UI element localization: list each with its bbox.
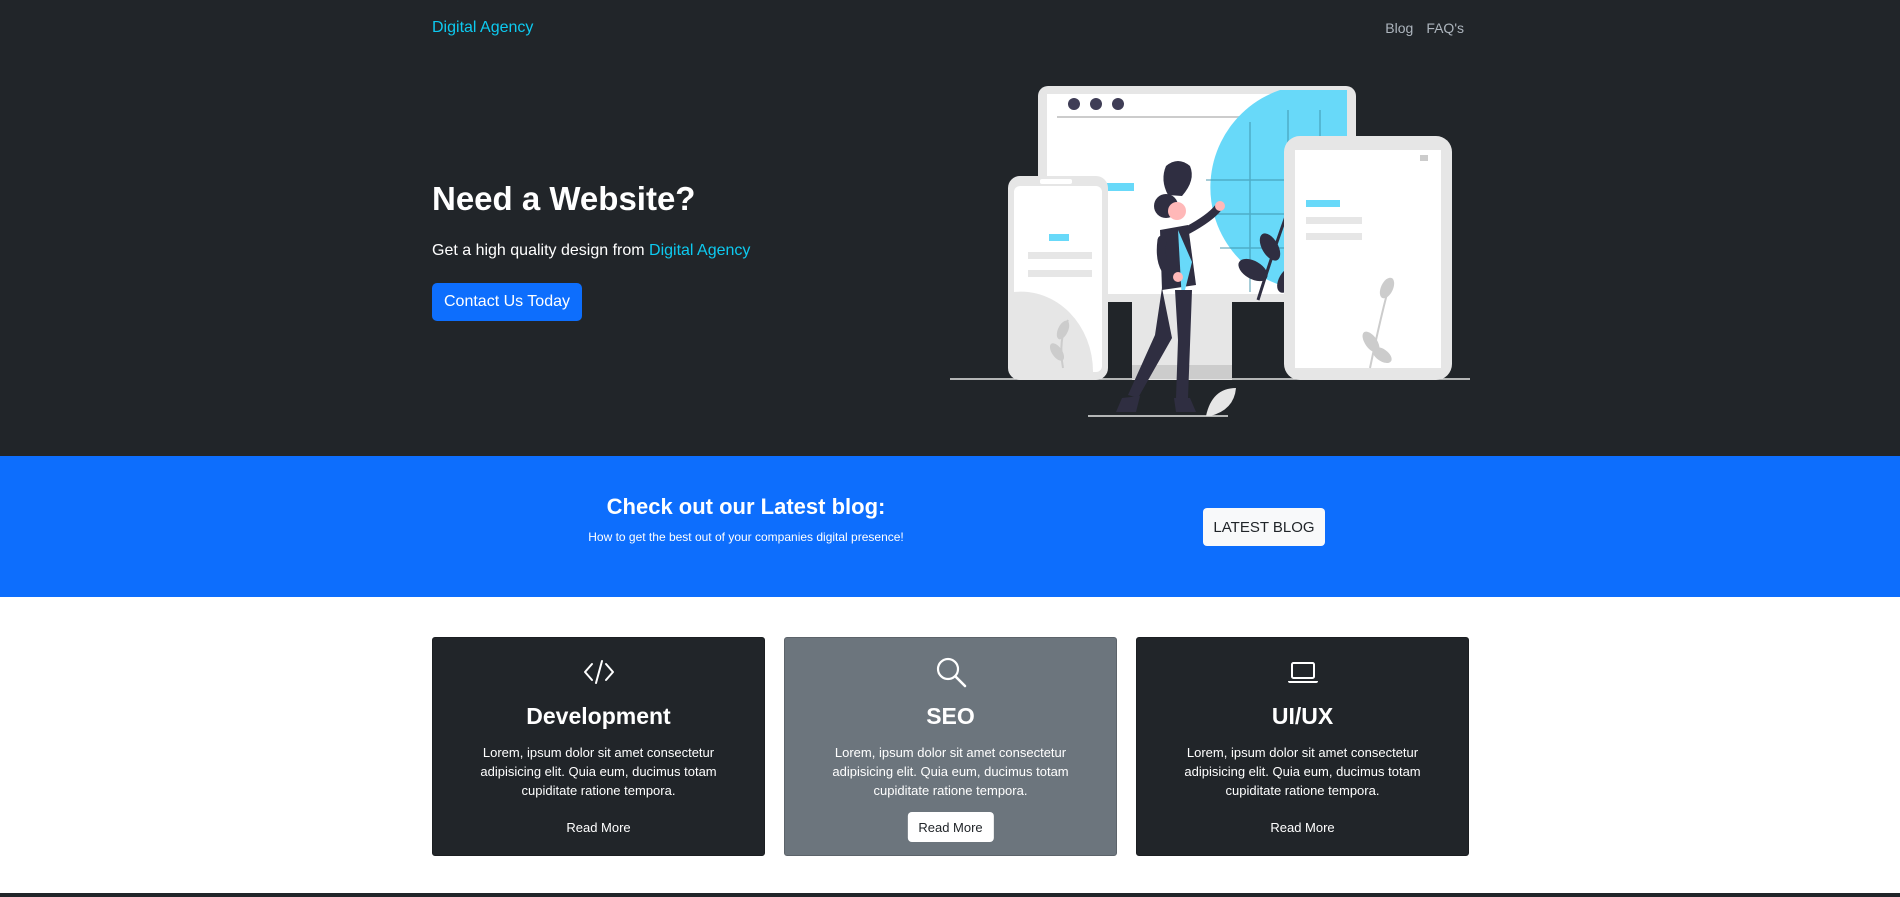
blog-banner-subtitle: How to get the best out of your companie… [588,530,904,544]
read-more-button[interactable]: Read More [1259,812,1345,842]
hero-subtitle: Get a high quality design from Digital A… [432,242,750,260]
hero-title: Need a Website? [432,180,696,217]
latest-blog-button[interactable]: LATEST BLOG [1203,508,1325,546]
person-with-devices-illustration [950,86,1470,417]
card-development: Development Lorem, ipsum dolor sit amet … [432,637,765,856]
hero-section: Digital Agency Blog FAQ's Need a Website… [0,0,1900,456]
footer-edge [0,893,1900,897]
card-title: Development [526,703,671,729]
laptop-icon [1137,655,1468,689]
nav-link-faqs[interactable]: FAQ's [1426,20,1464,36]
hero-subtitle-text: Get a high quality design from [432,242,650,259]
search-icon [785,655,1116,689]
read-more-button[interactable]: Read More [555,812,641,842]
card-seo: SEO Lorem, ipsum dolor sit amet consecte… [784,637,1117,856]
nav-link-blog[interactable]: Blog [1385,20,1413,36]
latest-blog-banner: Check out our Latest blog: How to get th… [0,456,1900,597]
hero-subtitle-highlight: Digital Agency [649,242,751,259]
navbar-brand[interactable]: Digital Agency [432,19,533,37]
card-text: Lorem, ipsum dolor sit amet consectetur … [480,745,717,798]
card-text: Lorem, ipsum dolor sit amet consectetur … [832,745,1069,798]
card-ui-ux: UI/UX Lorem, ipsum dolor sit amet consec… [1136,637,1469,856]
contact-us-button[interactable]: Contact Us Today [432,283,582,321]
card-title: SEO [926,703,975,729]
blog-banner-title: Check out our Latest blog: [606,494,886,519]
read-more-button[interactable]: Read More [907,812,994,842]
navbar-links: Blog FAQ's [1385,20,1464,36]
card-title: UI/UX [1271,703,1334,729]
card-text: Lorem, ipsum dolor sit amet consectetur … [1184,745,1421,798]
code-icon [433,655,764,689]
